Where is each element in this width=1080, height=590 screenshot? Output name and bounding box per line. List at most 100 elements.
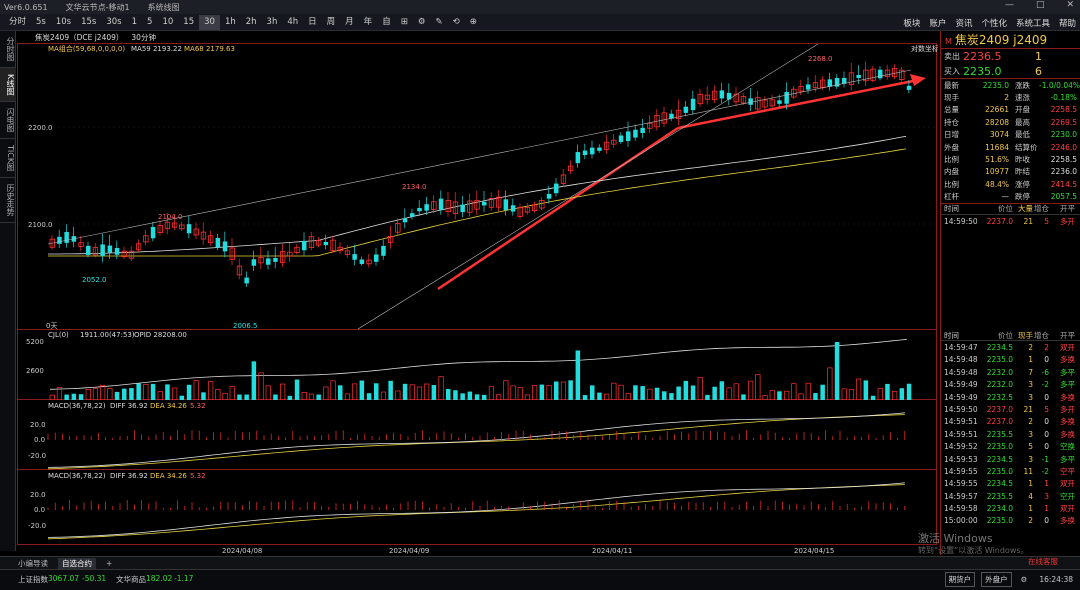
macd-chart-2[interactable]: MACD(36,78,22) DIFF 36.92 DEA 34.26 5.32… [17,470,937,545]
period-button[interactable]: 10 [157,15,178,30]
add-tab-button[interactable]: + [106,559,112,568]
system-menu[interactable]: 系统线图 [148,2,180,13]
close-icon[interactable]: ✕ [1066,0,1074,10]
period-button[interactable]: 周 [322,15,341,30]
bid-ask-box[interactable]: 卖出 2236.5 1 买入 2235.0 6 [941,49,1080,79]
menu-personalize[interactable]: 个性化 [981,17,1007,29]
gear-icon[interactable]: ⚙ [1018,574,1031,585]
period-button[interactable]: 10s [51,15,76,30]
tick-time: 15:00:00 [944,516,978,526]
period-button[interactable]: 分时 [4,15,31,30]
volume-bar [323,386,329,401]
quote-row: 最新 2235.0 涨跌 -1.0/0.04% [941,79,1080,91]
bid-label: 买入 [944,67,960,76]
bid-row[interactable]: 买入 2235.0 6 [941,64,1080,79]
tool-icon[interactable]: ⊕ [465,15,482,30]
tick-list[interactable]: 14:59:47 2234.5 2 2 双开 14:59:48 2235.0 1 … [941,341,1080,527]
tick-price: 2237.0 [986,417,1013,427]
macd-tick: 20.0 [30,421,46,429]
period-button[interactable]: 自 [377,15,396,30]
period-label[interactable]: 30分钟 [131,32,156,43]
volume-bar [92,388,99,401]
tab-editor-guide[interactable]: 小编导读 [18,558,48,569]
period-button[interactable]: 2h [241,15,262,30]
volume-bar [805,382,811,401]
period-button[interactable]: 5 [142,15,157,30]
quote-value: 2236.0 [1050,167,1077,177]
tick-type: 双开 [1060,479,1075,489]
tick-volume: 2 [1028,342,1033,352]
macd-diff: DIFF 36.92 [110,402,148,410]
period-button[interactable]: 15s [76,15,101,30]
futures-account-button[interactable]: 期货户 [944,572,976,587]
symbol-label[interactable]: 焦炭2409（DCE j2409） [35,32,123,43]
quote-label: 比例 [944,179,959,189]
period-button[interactable]: 月 [340,15,359,30]
tool-icon[interactable]: ⊞ [396,15,413,30]
online-service[interactable]: 在线客服 [1028,556,1058,567]
period-button[interactable]: 30s [101,15,126,30]
tab-tick[interactable]: TICK图 [0,139,16,179]
quote-label: 涨跌 [1015,80,1030,90]
macd-svg-1[interactable]: MACD(36,78,22) DIFF 36.92 DEA 34.26 5.32… [18,400,938,470]
quote-panel: M 焦炭2409 j2409 卖出 2236.5 1 买入 2235.0 6 最新… [940,31,1080,555]
quote-value: 2269.5 [1050,117,1077,127]
contract-title[interactable]: M 焦炭2409 j2409 [941,31,1080,49]
period-button[interactable]: 1 [127,15,142,30]
period-button[interactable]: 年 [359,15,378,30]
col-head: 现手 [1018,330,1033,340]
menu-sector[interactable]: 板块 [903,17,920,29]
quote-label: 昨收 [1015,155,1030,165]
macd-chart-1[interactable]: MACD(36,78,22) DIFF 36.92 DEA 34.26 5.32… [17,400,937,470]
tool-icon[interactable]: ⚙ [413,15,431,30]
tick-price: 2237.0 [986,216,1013,226]
tool-icon[interactable]: ⟲ [448,15,465,30]
server-node[interactable]: 文华云节点-移动1 [66,2,130,13]
maximize-icon[interactable]: □ [1036,0,1045,10]
kline-svg[interactable]: MA组合(59,68,0,0,0,0) MA59 2193.22 MA68 21… [18,43,939,331]
tab-kline[interactable]: K线图 [0,68,16,103]
tab-timeshare[interactable]: 分时图 [0,31,16,68]
clock-time: 16:24:38 [1039,575,1073,584]
ma-config-label: MA组合(59,68,0,0,0,0) [48,44,125,53]
index-1-name: 上证指数 [18,575,48,584]
period-button[interactable]: 15 [178,15,199,30]
ask-row[interactable]: 卖出 2236.5 1 [941,49,1080,64]
period-button[interactable]: 1h [220,15,241,30]
tick-row: 14:59:48 2235.0 1 0 多换 [941,354,1080,366]
tab-lightning[interactable]: 闪电图 [0,102,16,140]
annotation: 2052.0 [82,276,107,284]
volume-bar [374,383,379,400]
volume-bar [863,380,869,400]
period-button[interactable]: 3h [262,15,283,30]
period-button[interactable]: 4h [282,15,303,30]
minimize-icon[interactable]: — [1005,0,1014,10]
tick-row: 14:59:48 2232.0 7 -6 多平 [941,366,1080,378]
volume-bar [129,388,134,400]
menu-account[interactable]: 账户 [929,17,946,29]
tick-oi: 0 [1044,442,1049,452]
menu-help[interactable]: 帮助 [1059,17,1076,29]
kline-chart[interactable]: MA组合(59,68,0,0,0,0) MA59 2193.22 MA68 21… [17,43,939,331]
col-head: 增仓 [1034,204,1049,214]
menu-tools[interactable]: 系统工具 [1016,17,1050,29]
macd-svg-2[interactable]: MACD(36,78,22) DIFF 36.92 DEA 34.26 5.32… [18,470,938,545]
tool-icon[interactable]: ✎ [430,15,447,30]
volume-chart[interactable]: CJL(0) 1911.00(47:53) OPID 28208.00 5200… [17,330,938,401]
index-1-value: 3067.07 [48,574,80,583]
volume-bar [150,383,156,400]
tick-time: 14:59:55 [944,466,978,476]
period-button[interactable]: 日 [303,15,322,30]
period-button-active[interactable]: 30 [199,14,220,30]
col-head: 价位 [998,204,1013,214]
macd-tick: 20.0 [30,491,46,499]
big-trade-list: 14:59:50 2237.0 21 5 多开 [941,215,1080,227]
tab-watchlist[interactable]: 自选合约 [58,557,96,569]
menu-news[interactable]: 资讯 [955,17,972,29]
volume-svg[interactable]: CJL(0) 1911.00(47:53) OPID 28208.00 5200… [18,330,938,401]
period-button[interactable]: 5s [31,15,51,30]
foreign-account-button[interactable]: 外盘户 [981,572,1012,587]
tab-history[interactable]: 历史走势 [0,178,16,224]
annotation-arrow [437,126,679,291]
volume-bar [107,388,113,401]
